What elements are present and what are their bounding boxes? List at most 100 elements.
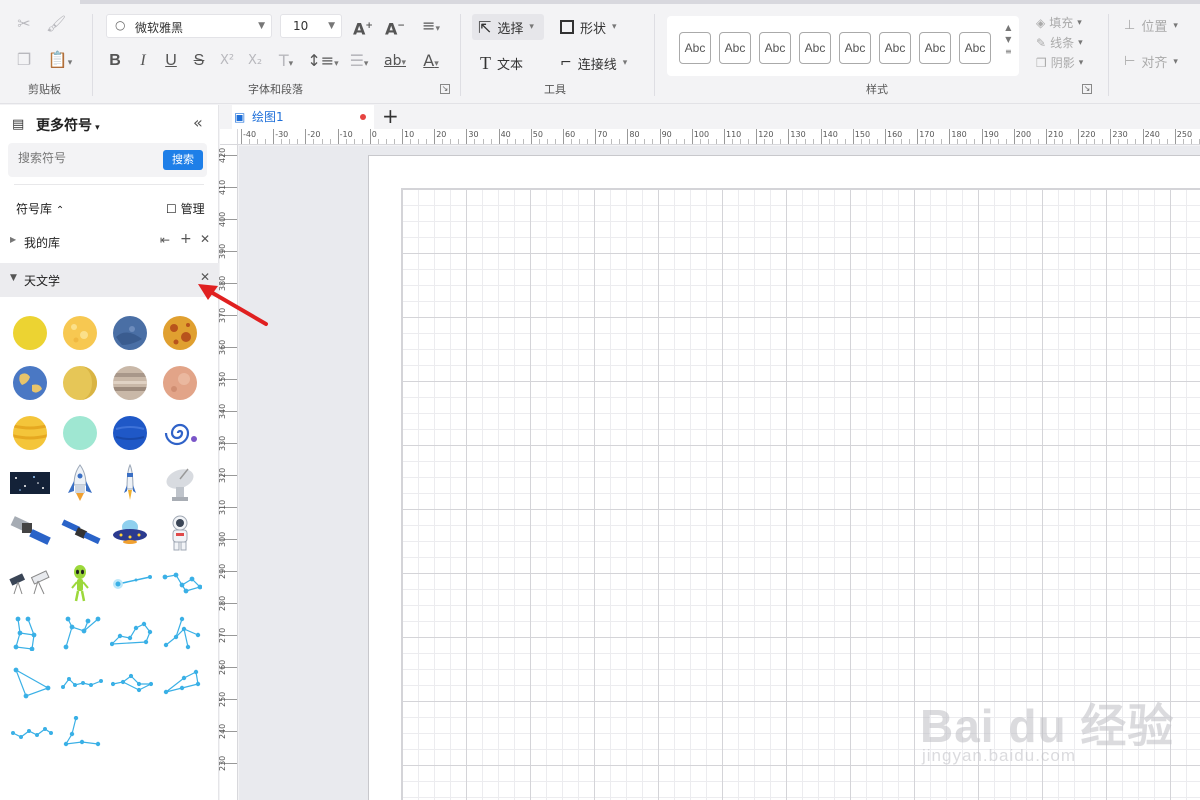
constellation-icon[interactable] xyxy=(10,613,50,653)
constellation-icon[interactable] xyxy=(160,663,204,703)
font-size-select[interactable]: 10 ▼ xyxy=(280,14,342,38)
align-left-icon[interactable]: ≡▾ xyxy=(416,16,446,39)
galaxy-icon[interactable] xyxy=(160,413,200,453)
gallery-scroll-controls[interactable]: ▲ ▼ ≡ xyxy=(1005,22,1012,58)
fill-button[interactable]: ◈ 填充 ▾ xyxy=(1036,14,1082,31)
telescope-icon[interactable] xyxy=(8,563,52,603)
subscript-icon[interactable]: X₂ xyxy=(244,51,266,71)
text-tool-button[interactable]: T 文本 xyxy=(480,50,523,76)
comet-icon[interactable] xyxy=(110,563,154,603)
moon-icon[interactable] xyxy=(60,363,100,403)
line-spacing-icon[interactable]: ↕≡▾ xyxy=(306,51,340,74)
underline-icon[interactable]: U xyxy=(162,51,180,71)
ruler-minor-tick xyxy=(1054,139,1056,144)
constellation-icon[interactable] xyxy=(10,713,54,753)
constellation-icon[interactable] xyxy=(160,563,204,603)
increase-font-icon[interactable]: A+ xyxy=(352,16,374,39)
ruler-label: 330 xyxy=(218,435,227,451)
select-tool-button[interactable]: ⇱ 选择 ▾ xyxy=(472,14,544,40)
constellation-icon[interactable] xyxy=(60,663,104,703)
new-tab-button[interactable]: + xyxy=(382,105,399,127)
shape-tool-button[interactable]: 形状 ▾ xyxy=(560,14,617,40)
manage-button[interactable]: ☐ 管理 xyxy=(166,200,205,217)
earth-icon[interactable] xyxy=(10,363,50,403)
decrease-font-icon[interactable]: A− xyxy=(384,16,406,39)
ufo-icon[interactable] xyxy=(110,513,150,553)
alien-icon[interactable] xyxy=(60,563,100,603)
style-sample[interactable]: Abc xyxy=(839,32,871,64)
style-sample[interactable]: Abc xyxy=(879,32,911,64)
copy-icon[interactable]: ❐ xyxy=(14,50,34,70)
line-button[interactable]: ✎ 线条 ▾ xyxy=(1036,34,1083,51)
strikethrough-icon[interactable]: S xyxy=(190,51,208,71)
library-header[interactable]: 符号库 ⌃ xyxy=(16,200,64,217)
search-input[interactable] xyxy=(18,151,158,165)
mercury-icon[interactable] xyxy=(110,313,150,353)
constellation-icon[interactable] xyxy=(60,713,104,753)
library-item-astronomy[interactable]: ▼ 天文学 ✕ xyxy=(0,263,219,297)
style-sample[interactable]: Abc xyxy=(799,32,831,64)
import-icon[interactable]: ⇤ xyxy=(160,233,170,247)
ruler-minor-tick xyxy=(997,139,999,144)
tab-drawing[interactable]: ▣ 绘图1 xyxy=(232,105,374,129)
list-icon[interactable]: ☰▾ xyxy=(344,51,374,74)
rocket-icon[interactable] xyxy=(60,463,100,503)
cut-icon[interactable]: ✂ xyxy=(14,14,34,34)
style-sample[interactable]: Abc xyxy=(679,32,711,64)
astronaut-icon[interactable] xyxy=(160,513,200,553)
font-dialog-launcher-icon[interactable]: ↘ xyxy=(440,84,450,94)
ruler-minor-tick xyxy=(764,139,766,144)
style-dialog-launcher-icon[interactable]: ↘ xyxy=(1082,84,1092,94)
font-size-value: 10 xyxy=(293,19,309,33)
connector-tool-button[interactable]: ⌐ 连接线 ▾ xyxy=(560,50,627,76)
missile-icon[interactable] xyxy=(110,463,150,503)
close-icon[interactable]: ✕ xyxy=(200,232,210,246)
constellation-icon[interactable] xyxy=(110,663,154,703)
space-telescope-icon[interactable] xyxy=(58,513,102,553)
jupiter-icon[interactable] xyxy=(110,363,150,403)
sidebar-title[interactable]: 更多符号 ▾ xyxy=(36,115,100,135)
style-sample[interactable]: Abc xyxy=(959,32,991,64)
highlight-color-icon[interactable]: ab▾ xyxy=(380,51,410,73)
ruler-tick xyxy=(466,129,468,144)
constellation-icon[interactable] xyxy=(160,613,204,653)
uranus-icon[interactable] xyxy=(60,413,100,453)
library-item-my[interactable]: ▶ 我的库 ⇤ + ✕ xyxy=(0,225,219,259)
ruler-tick xyxy=(1142,129,1144,144)
ruler-label: 160 xyxy=(887,130,903,139)
shadow-button[interactable]: ❒ 阴影 ▾ xyxy=(1036,54,1083,71)
pluto-icon[interactable] xyxy=(160,363,200,403)
align-button[interactable]: ⊢ 对齐 ▾ xyxy=(1124,52,1178,71)
constellation-icon[interactable] xyxy=(60,613,104,653)
bold-icon[interactable]: B xyxy=(106,51,124,71)
starfield-icon[interactable] xyxy=(8,463,52,503)
neptune-icon[interactable] xyxy=(110,413,150,453)
collapse-sidebar-icon[interactable]: « xyxy=(193,113,203,132)
constellation-icon[interactable] xyxy=(110,613,154,653)
library-header-label: 符号库 xyxy=(16,202,53,216)
ruler-minor-tick xyxy=(603,139,605,144)
satellite-icon[interactable] xyxy=(8,513,52,553)
satellite-dish-icon[interactable] xyxy=(160,463,200,503)
ruler-label: 250 xyxy=(218,691,227,707)
paste-icon[interactable]: 📋▾ xyxy=(46,50,74,73)
search-button[interactable]: 搜索 xyxy=(163,150,203,170)
font-family-select[interactable]: ○ 微软雅黑 ▼ xyxy=(106,14,272,38)
saturn-icon[interactable] xyxy=(10,413,50,453)
italic-icon[interactable]: I xyxy=(134,51,152,71)
sun-icon[interactable] xyxy=(10,313,50,353)
position-button[interactable]: ⊥ 位置 ▾ xyxy=(1124,16,1178,35)
venus-icon[interactable] xyxy=(60,313,100,353)
ruler-minor-tick xyxy=(973,139,975,144)
text-style-icon[interactable]: T▾ xyxy=(272,51,300,74)
ruler-tick xyxy=(273,129,275,144)
style-sample[interactable]: Abc xyxy=(719,32,751,64)
add-icon[interactable]: + xyxy=(180,231,192,247)
font-color-icon[interactable]: A▾ xyxy=(416,51,446,74)
shape-tool-label: 形状 xyxy=(580,21,607,37)
constellation-icon[interactable] xyxy=(10,663,54,703)
format-painter-icon[interactable]: 🖌 xyxy=(46,14,66,34)
style-sample[interactable]: Abc xyxy=(759,32,791,64)
style-sample[interactable]: Abc xyxy=(919,32,951,64)
superscript-icon[interactable]: X² xyxy=(216,51,238,71)
